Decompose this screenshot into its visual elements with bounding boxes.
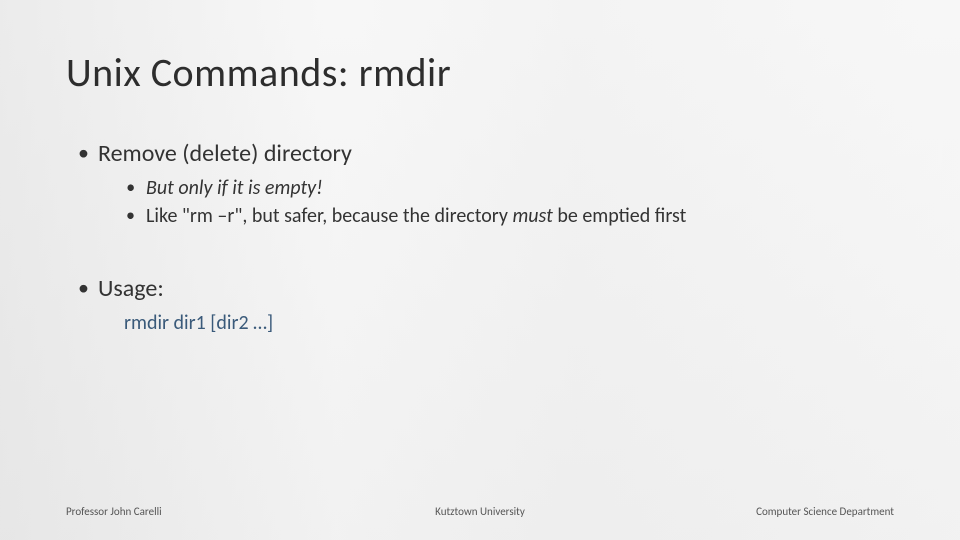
- bullet-text: Remove (delete) directory: [98, 139, 352, 168]
- sub-bullet-list: But only if it is empty! Like "rm –r", b…: [98, 176, 894, 228]
- footer-left: Professor John Carelli: [66, 505, 342, 518]
- sub-text-em: must: [512, 204, 552, 228]
- usage-syntax: rmdir dir1 [dir2 …]: [66, 311, 894, 335]
- bullet-remove-directory: Remove (delete) directory But only if it…: [78, 139, 894, 228]
- usage-block: Usage: rmdir dir1 [dir2 …]: [66, 274, 894, 335]
- slide: Unix Commands: rmdir Remove (delete) dir…: [0, 0, 960, 540]
- usage-bullet-list: Usage:: [66, 274, 894, 303]
- sub-bullet-empty: But only if it is empty!: [126, 176, 894, 200]
- footer: Professor John Carelli Kutztown Universi…: [66, 505, 894, 518]
- footer-right: Computer Science Department: [618, 505, 894, 518]
- sub-text-pre: Like "rm –r", but safer, because the dir…: [146, 204, 512, 228]
- sub-bullet-safer: Like "rm –r", but safer, because the dir…: [126, 204, 894, 228]
- sub-text-post: be emptied first: [553, 204, 687, 228]
- bullet-usage-text: Usage:: [98, 274, 164, 303]
- footer-center: Kutztown University: [342, 505, 618, 518]
- bullet-usage: Usage:: [78, 274, 894, 303]
- bullet-list: Remove (delete) directory But only if it…: [66, 139, 894, 228]
- slide-title: Unix Commands: rmdir: [66, 48, 894, 97]
